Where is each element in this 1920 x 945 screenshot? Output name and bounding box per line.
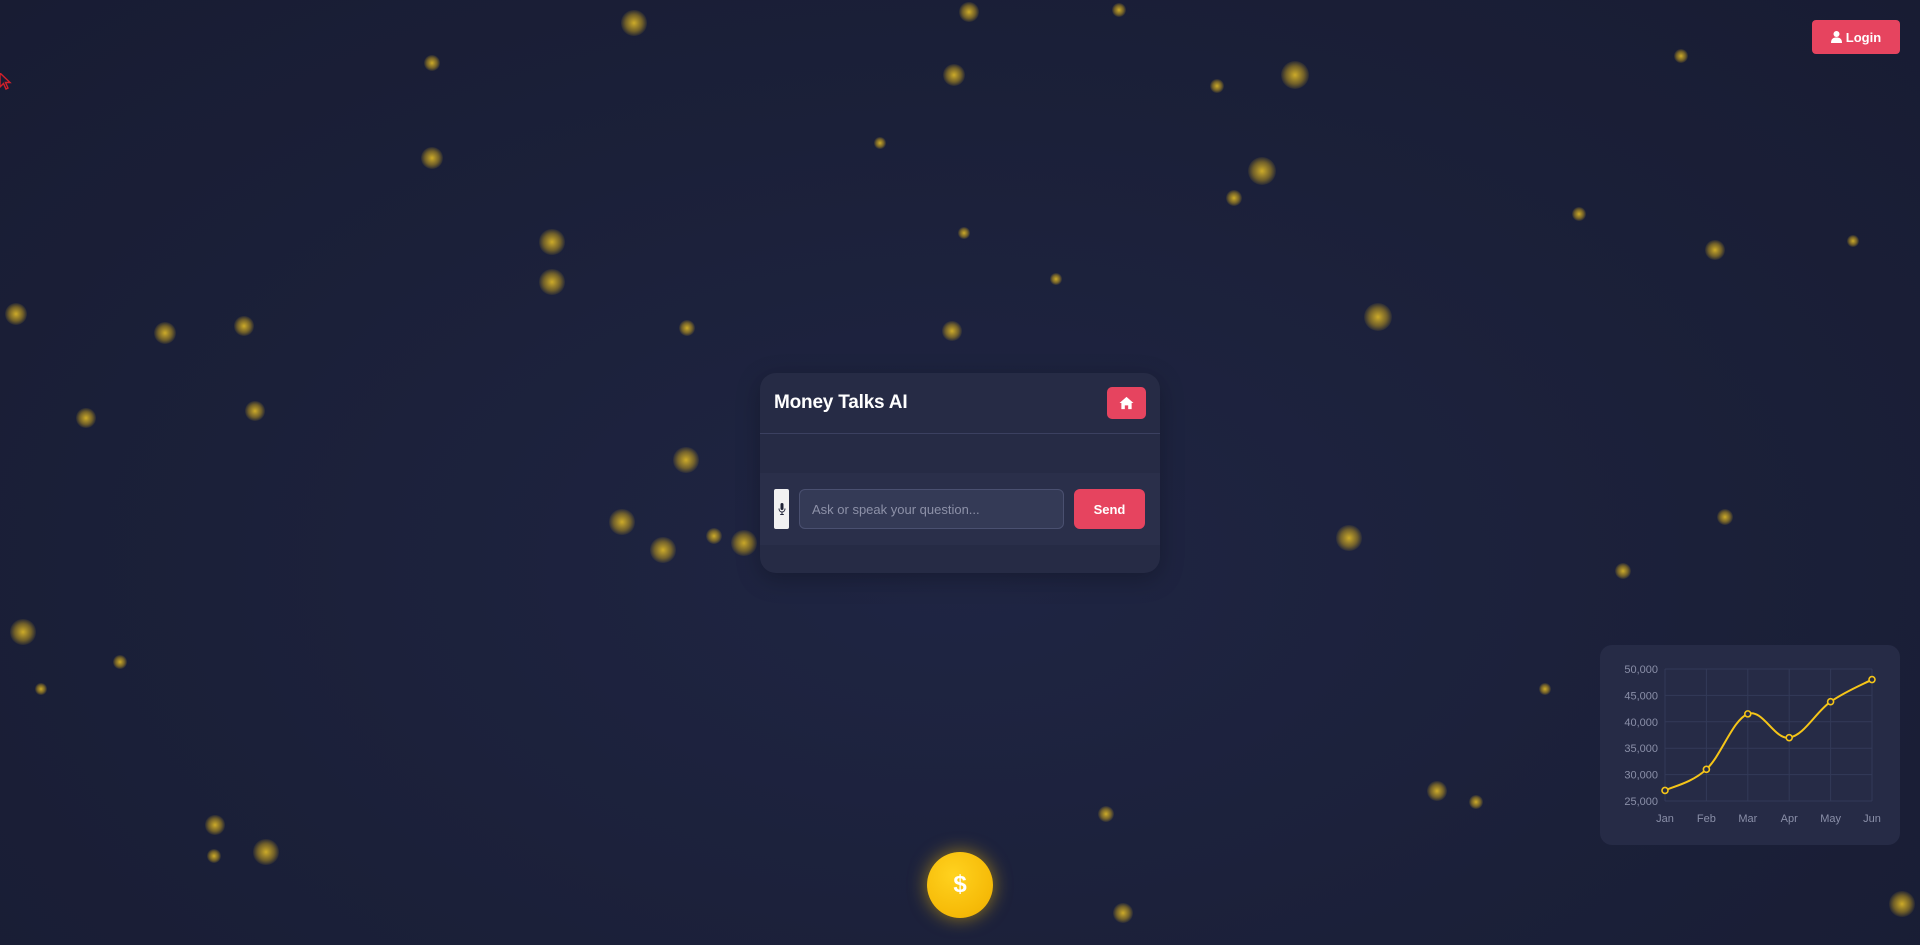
particle-dot [1225, 189, 1243, 207]
chart-x-tick-label: Mar [1738, 813, 1757, 825]
chart-x-tick-label: Apr [1781, 813, 1798, 825]
particle-dot [1427, 781, 1447, 801]
home-icon [1119, 396, 1134, 410]
chart-y-tick-label: 45,000 [1624, 690, 1658, 702]
chart-data-point [1868, 675, 1876, 684]
microphone-icon [778, 503, 785, 515]
particle-dot [609, 509, 635, 535]
chat-messages-area [760, 434, 1160, 473]
particle-dot [207, 849, 221, 863]
line-chart: 50,000 45,000 40,000 35,000 30,000 25,000 Jan F… [1624, 664, 1881, 825]
chart-y-tick-label: 30,000 [1624, 770, 1658, 782]
chart-x-tick-label: May [1820, 813, 1841, 825]
particle-dot [1674, 49, 1688, 63]
particle-dot [1050, 273, 1062, 285]
particle-dot [153, 321, 177, 345]
chat-title: Money Talks AI [774, 392, 908, 413]
particle-dot [731, 530, 757, 556]
send-button[interactable]: Send [1074, 489, 1145, 529]
particle-dot [942, 321, 962, 341]
particle-dot [1097, 805, 1115, 823]
particle-dot [1847, 235, 1859, 247]
chat-widget: Money Talks AI Send [760, 373, 1160, 573]
particle-dot [234, 316, 254, 336]
chat-input-area: Send [760, 473, 1160, 545]
chart-data-point [1826, 697, 1835, 706]
particle-dot [253, 839, 279, 865]
chart-x-tick-label: Jun [1863, 813, 1881, 825]
particle-dot [1364, 303, 1392, 331]
particle-dot [705, 527, 723, 545]
login-button[interactable]: Login [1812, 20, 1900, 54]
particle-dot [1889, 891, 1915, 917]
particle-dot [10, 619, 36, 645]
particle-dot [673, 447, 699, 473]
particle-dot [423, 54, 441, 72]
chat-header: Money Talks AI [760, 373, 1160, 434]
particle-dot [1336, 525, 1362, 551]
particle-dot [539, 269, 565, 295]
chart-y-tick-label: 35,000 [1624, 743, 1658, 755]
dollar-coin-button[interactable]: $ [927, 852, 993, 918]
login-label: Login [1845, 29, 1882, 45]
particle-dot [113, 655, 127, 669]
particle-dot [1113, 903, 1133, 923]
chart-y-tick-label: 25,000 [1624, 796, 1658, 808]
particle-dot [959, 2, 979, 22]
chart-y-tick-label: 50,000 [1624, 664, 1658, 676]
microphone-button[interactable] [774, 489, 789, 529]
particle-dot [1539, 683, 1551, 695]
particle-dot [245, 401, 265, 421]
particle-dot [539, 229, 565, 255]
particle-dot [35, 683, 47, 695]
chart-data-point [1702, 765, 1711, 774]
chart-x-tick-label: Feb [1697, 813, 1716, 825]
revenue-chart-panel: 50,000 45,000 40,000 35,000 30,000 25,000 Jan F… [1600, 645, 1900, 845]
question-input[interactable] [799, 489, 1064, 529]
particle-dot [1469, 795, 1483, 809]
particle-dot [1112, 3, 1126, 17]
particle-dot [420, 146, 444, 170]
particle-dot [205, 815, 225, 835]
chart-series-line [1664, 678, 1873, 792]
chart-y-tick-label: 40,000 [1624, 717, 1658, 729]
particle-dot [958, 227, 970, 239]
particle-dot [1572, 207, 1586, 221]
chart-data-point [1785, 733, 1793, 742]
particle-dot [942, 63, 966, 87]
particle-dot [1281, 61, 1309, 89]
particle-dot [678, 319, 696, 337]
particle-dot [1705, 240, 1725, 260]
particle-dot [76, 408, 96, 428]
user-icon [1830, 31, 1842, 43]
particle-dot [1248, 157, 1276, 185]
particle-dot [621, 10, 647, 36]
particle-dot [874, 137, 886, 149]
particle-dot [1210, 79, 1224, 93]
chart-x-tick-label: Jan [1656, 813, 1674, 825]
chart-data-point [1661, 786, 1669, 795]
particle-dot [1614, 562, 1632, 580]
home-button[interactable] [1107, 387, 1146, 419]
mouse-cursor-icon [0, 73, 12, 90]
particle-dot [1716, 508, 1734, 526]
chart-data-point [1744, 710, 1752, 718]
particle-dot [650, 537, 676, 563]
particle-dot [4, 302, 28, 326]
